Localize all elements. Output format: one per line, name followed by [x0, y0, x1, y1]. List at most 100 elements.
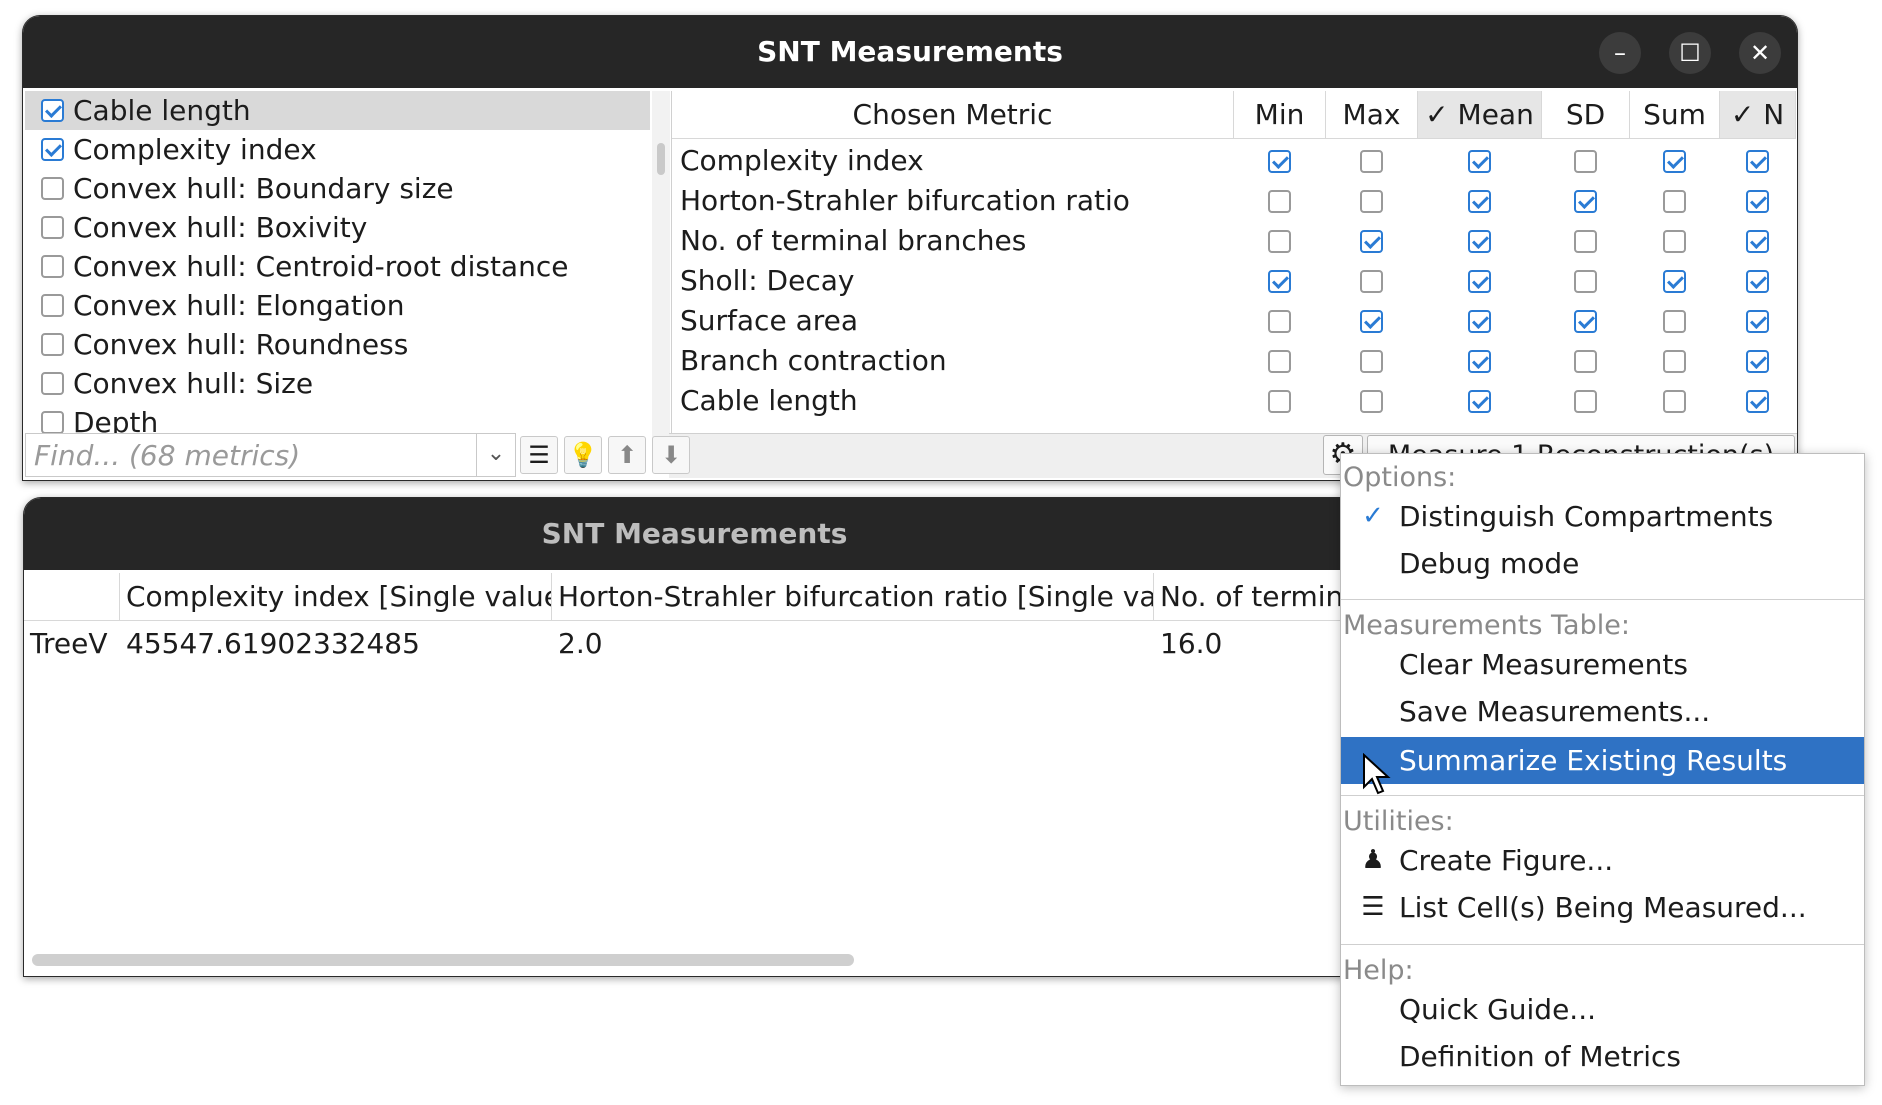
- metric-list-item[interactable]: Convex hull: Roundness: [25, 325, 650, 364]
- statistic-checkbox[interactable]: [1468, 390, 1491, 413]
- statistic-checkbox[interactable]: [1746, 150, 1769, 173]
- statistic-checkbox[interactable]: [1360, 310, 1383, 333]
- statistic-checkbox[interactable]: [1360, 270, 1383, 293]
- arrow-up-icon[interactable]: ⬆: [608, 436, 646, 474]
- statistic-checkbox[interactable]: [1468, 190, 1491, 213]
- statistic-checkbox[interactable]: [1360, 190, 1383, 213]
- statistic-checkbox[interactable]: [1663, 390, 1686, 413]
- results-column-header[interactable]: Horton-Strahler bifurcation ratio [Singl…: [552, 573, 1154, 621]
- menu-item-save-measurements[interactable]: Save Measurements...: [1341, 688, 1864, 735]
- results-cell[interactable]: 45547.61902332485: [120, 621, 552, 667]
- statistic-checkbox[interactable]: [1268, 350, 1291, 373]
- statistic-checkbox[interactable]: [1360, 150, 1383, 173]
- metric-checkbox[interactable]: [41, 99, 64, 122]
- statistic-checkbox[interactable]: [1574, 190, 1597, 213]
- statistic-checkbox[interactable]: [1468, 150, 1491, 173]
- column-header-sd[interactable]: SD: [1542, 91, 1630, 139]
- statistic-checkbox[interactable]: [1663, 150, 1686, 173]
- metric-table-row[interactable]: Complexity index: [672, 141, 1796, 181]
- statistic-checkbox[interactable]: [1663, 190, 1686, 213]
- statistic-checkbox[interactable]: [1268, 230, 1291, 253]
- lightbulb-icon[interactable]: 💡: [564, 436, 602, 474]
- statistic-checkbox[interactable]: [1574, 150, 1597, 173]
- menu-item-summarize-existing-results[interactable]: Summarize Existing Results: [1341, 737, 1864, 784]
- statistic-checkbox[interactable]: [1663, 310, 1686, 333]
- metric-list-item[interactable]: Convex hull: Elongation: [25, 286, 650, 325]
- statistic-checkbox[interactable]: [1468, 270, 1491, 293]
- metric-checkbox[interactable]: [41, 216, 64, 239]
- metric-list-item[interactable]: Convex hull: Centroid-root distance: [25, 247, 650, 286]
- metric-checkbox[interactable]: [41, 411, 64, 434]
- metric-list-item[interactable]: Cable length: [25, 91, 650, 130]
- close-button[interactable]: ✕: [1739, 32, 1781, 74]
- metric-table-row[interactable]: Cable length: [672, 381, 1796, 421]
- menu-item-quick-guide[interactable]: Quick Guide...: [1341, 986, 1864, 1033]
- results-column-header[interactable]: Complexity index [Single value]: [120, 573, 552, 621]
- statistic-checkbox[interactable]: [1468, 230, 1491, 253]
- list-view-icon[interactable]: ☰: [520, 436, 558, 474]
- statistic-checkbox[interactable]: [1663, 230, 1686, 253]
- menu-item-debug-mode[interactable]: Debug mode: [1341, 540, 1864, 587]
- metric-checkbox[interactable]: [41, 177, 64, 200]
- metric-table-row[interactable]: Branch contraction: [672, 341, 1796, 381]
- statistic-checkbox[interactable]: [1268, 270, 1291, 293]
- column-header-mean[interactable]: ✓ Mean: [1418, 91, 1542, 139]
- column-header-metric[interactable]: Chosen Metric: [672, 91, 1234, 139]
- statistic-checkbox[interactable]: [1268, 390, 1291, 413]
- statistic-checkbox[interactable]: [1663, 350, 1686, 373]
- statistic-checkbox[interactable]: [1746, 270, 1769, 293]
- results-column-header[interactable]: No. of terminal branches [Single value]: [1154, 573, 1365, 621]
- metric-list-item[interactable]: Convex hull: Boundary size: [25, 169, 650, 208]
- menu-item-clear-measurements[interactable]: Clear Measurements: [1341, 641, 1864, 688]
- statistic-checkbox[interactable]: [1360, 350, 1383, 373]
- statistic-checkbox[interactable]: [1468, 350, 1491, 373]
- menu-item-create-figure[interactable]: ♟ Create Figure...: [1341, 837, 1864, 884]
- statistic-checkbox[interactable]: [1268, 190, 1291, 213]
- metric-checkbox[interactable]: [41, 138, 64, 161]
- results-cell[interactable]: TreeV: [24, 621, 120, 667]
- statistic-checkbox[interactable]: [1746, 350, 1769, 373]
- chevron-down-icon[interactable]: ⌄: [476, 433, 516, 477]
- metric-table-row[interactable]: Sholl: Decay: [672, 261, 1796, 301]
- statistic-checkbox[interactable]: [1746, 230, 1769, 253]
- metric-checkbox[interactable]: [41, 294, 64, 317]
- statistic-checkbox[interactable]: [1574, 350, 1597, 373]
- statistic-checkbox[interactable]: [1663, 270, 1686, 293]
- maximize-button[interactable]: ☐: [1669, 32, 1711, 74]
- statistic-checkbox[interactable]: [1468, 310, 1491, 333]
- statistic-checkbox[interactable]: [1574, 230, 1597, 253]
- statistic-checkbox[interactable]: [1360, 230, 1383, 253]
- results-cell[interactable]: 16.0: [1154, 621, 1365, 667]
- horizontal-scrollbar[interactable]: [32, 954, 854, 966]
- menu-item-list-cells[interactable]: ☰ List Cell(s) Being Measured...: [1341, 884, 1864, 931]
- results-column-header[interactable]: [24, 573, 120, 621]
- statistic-checkbox[interactable]: [1574, 270, 1597, 293]
- statistic-checkbox[interactable]: [1268, 310, 1291, 333]
- scrollbar-thumb[interactable]: [657, 143, 665, 175]
- results-cell[interactable]: 2.0: [552, 621, 1154, 667]
- statistic-checkbox[interactable]: [1574, 310, 1597, 333]
- menu-item-distinguish-compartments[interactable]: ✓ Distinguish Compartments: [1341, 493, 1864, 540]
- metric-list-item[interactable]: Convex hull: Boxivity: [25, 208, 650, 247]
- metric-list-scrollbar[interactable]: [652, 91, 670, 449]
- arrow-down-icon[interactable]: ⬇: [652, 436, 690, 474]
- metric-list-item[interactable]: Complexity index: [25, 130, 650, 169]
- menu-item-definition-of-metrics[interactable]: Definition of Metrics: [1341, 1033, 1864, 1080]
- column-header-min[interactable]: Min: [1234, 91, 1326, 139]
- statistic-checkbox[interactable]: [1268, 150, 1291, 173]
- statistic-checkbox[interactable]: [1746, 310, 1769, 333]
- metric-checkbox[interactable]: [41, 372, 64, 395]
- statistic-checkbox[interactable]: [1746, 390, 1769, 413]
- statistic-checkbox[interactable]: [1574, 390, 1597, 413]
- minimize-button[interactable]: –: [1599, 32, 1641, 74]
- metric-search-input[interactable]: Find... (68 metrics): [25, 433, 477, 477]
- metric-checkbox[interactable]: [41, 255, 64, 278]
- column-header-sum[interactable]: Sum: [1630, 91, 1720, 139]
- column-header-n[interactable]: ✓ N: [1720, 91, 1796, 139]
- statistic-checkbox[interactable]: [1360, 390, 1383, 413]
- metric-table-row[interactable]: Surface area: [672, 301, 1796, 341]
- column-header-max[interactable]: Max: [1326, 91, 1418, 139]
- statistic-checkbox[interactable]: [1746, 190, 1769, 213]
- metric-table-row[interactable]: No. of terminal branches: [672, 221, 1796, 261]
- metric-table-row[interactable]: Horton-Strahler bifurcation ratio: [672, 181, 1796, 221]
